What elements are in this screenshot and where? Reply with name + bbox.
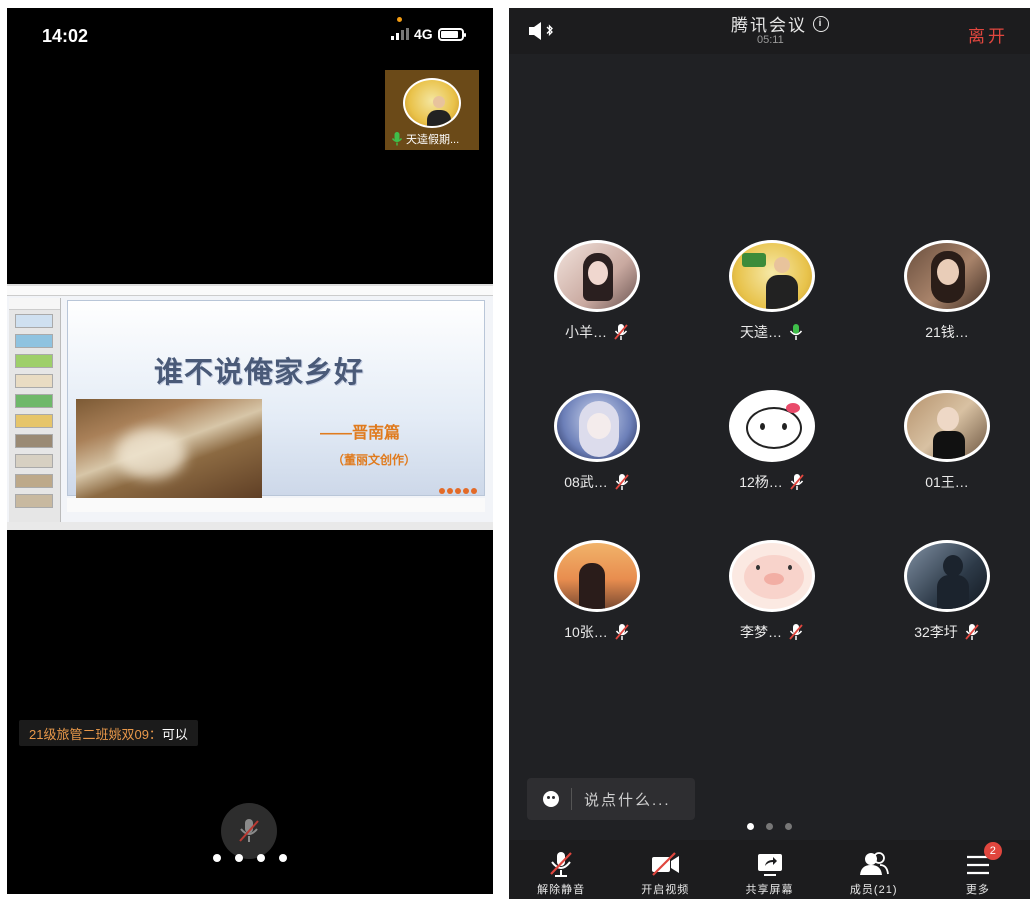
ppt-statusbar (7, 522, 493, 530)
chat-message: 21级旅管二班姚双09： 可以 (19, 720, 198, 746)
mute-toggle-button[interactable] (221, 803, 277, 859)
shared-screen[interactable]: 谁不说俺家乡好 ——晋南篇 （董丽文创作） (7, 284, 493, 530)
mic-muted-icon (790, 474, 804, 490)
speaker-bluetooth-icon[interactable] (527, 21, 557, 41)
recording-dot (397, 17, 402, 22)
share-screen-button[interactable]: 共享屏幕 (717, 840, 821, 899)
more-button[interactable]: 2 更多 (926, 840, 1030, 899)
network-type: 4G (414, 26, 433, 42)
avatar (904, 240, 990, 312)
ppt-titlebar (7, 286, 493, 296)
avatar (904, 390, 990, 462)
member-tile[interactable]: 21钱… (887, 240, 1007, 342)
member-name: 天逵… (740, 324, 782, 340)
unmute-button[interactable]: 解除静音 (509, 840, 613, 899)
member-tile[interactable]: 01王… (887, 390, 1007, 492)
ppt-toolbar-icons (439, 488, 489, 496)
member-name: 12杨… (739, 474, 783, 490)
member-tile[interactable]: 12杨… (712, 390, 832, 492)
member-tile[interactable]: 32李圩 (887, 540, 1007, 642)
video-off-icon (652, 852, 680, 876)
member-name: 10张… (564, 624, 608, 640)
more-label: 更多 (965, 884, 990, 896)
avatar (554, 540, 640, 612)
mic-on-icon (789, 324, 803, 340)
video-label: 开启视频 (641, 884, 690, 896)
meeting-title-text: 腾讯会议 (731, 16, 807, 35)
slide-subtitle: ——晋南篇 (320, 425, 401, 442)
pip-name: 天逵假期... (406, 134, 460, 146)
start-video-button[interactable]: 开启视频 (613, 840, 717, 899)
mic-muted-icon (614, 324, 628, 340)
avatar (904, 540, 990, 612)
emoji-icon[interactable] (543, 791, 559, 807)
chat-text: 可以 (161, 726, 188, 742)
pip-video-tile[interactable]: 天逵假期... (385, 70, 479, 150)
avatar (729, 240, 815, 312)
member-tile[interactable]: 小羊… (537, 240, 657, 342)
mic-muted-icon (789, 624, 803, 640)
member-tile[interactable]: 10张… (537, 540, 657, 642)
members-label: 成员(21) (849, 884, 898, 896)
right-phone-screen: 腾讯会议 i 05:11 离开 小羊… 天逵… 21钱… 08武… 12杨… 0… (509, 8, 1030, 899)
signal-icon (391, 28, 409, 40)
member-tile[interactable]: 李梦… (712, 540, 832, 642)
slide-title: 谁不说俺家乡好 (154, 355, 365, 389)
member-tile[interactable]: 天逵… (712, 240, 832, 342)
meeting-duration: 05:11 (757, 34, 784, 46)
avatar (729, 390, 815, 462)
member-name: 32李圩 (914, 624, 958, 640)
slide-author: （董丽文创作） (332, 453, 417, 467)
mic-muted-icon (550, 852, 572, 877)
member-name: 李梦… (740, 624, 782, 640)
avatar (554, 240, 640, 312)
meeting-title[interactable]: 腾讯会议 i (731, 11, 829, 36)
leave-button[interactable]: 离开 (968, 22, 1008, 47)
page-indicator (213, 854, 287, 862)
battery-icon (437, 27, 466, 41)
avatar (554, 390, 640, 462)
members-button[interactable]: 成员(21) (822, 840, 926, 899)
pip-avatar (403, 78, 461, 128)
unmute-label: 解除静音 (537, 884, 586, 896)
divider (571, 788, 572, 810)
member-name: 小羊… (565, 324, 607, 340)
chat-input-placeholder: 说点什么... (584, 791, 671, 809)
member-name: 01王… (925, 474, 969, 490)
notification-badge: 2 (983, 842, 1002, 860)
status-indicators: 4G (391, 26, 466, 42)
mic-muted-icon (615, 624, 629, 640)
mic-muted-icon (615, 474, 629, 490)
member-name: 21钱… (925, 324, 969, 340)
current-slide: 谁不说俺家乡好 ——晋南篇 （董丽文创作） (67, 300, 485, 505)
mic-muted-icon (965, 624, 979, 640)
info-icon[interactable]: i (813, 15, 829, 32)
member-name: 08武… (564, 474, 608, 490)
bottom-toolbar: 解除静音 开启视频 共享屏幕 成员(21) 2 更多 (509, 840, 1030, 899)
left-phone-screen: 14:02 4G 天逵假期... 谁不说俺家乡好 ——晋南篇 （董丽文创作） 2… (7, 8, 493, 894)
chat-input[interactable]: 说点什么... (527, 778, 695, 820)
meeting-header: 腾讯会议 i 05:11 离开 (509, 8, 1030, 54)
chat-sender: 21级旅管二班姚双09： (29, 726, 162, 742)
status-time: 14:02 (42, 26, 89, 46)
share-label: 共享屏幕 (745, 884, 794, 896)
members-icon (859, 852, 889, 875)
avatar (729, 540, 815, 612)
slide-thumbnails (9, 298, 61, 526)
ppt-notes-bar (67, 498, 485, 512)
slide-photo (76, 399, 262, 505)
member-tile[interactable]: 08武… (537, 390, 657, 492)
page-indicator (747, 823, 792, 830)
share-screen-icon (757, 854, 782, 876)
mic-on-icon (391, 132, 403, 146)
mic-muted-icon (239, 819, 259, 842)
